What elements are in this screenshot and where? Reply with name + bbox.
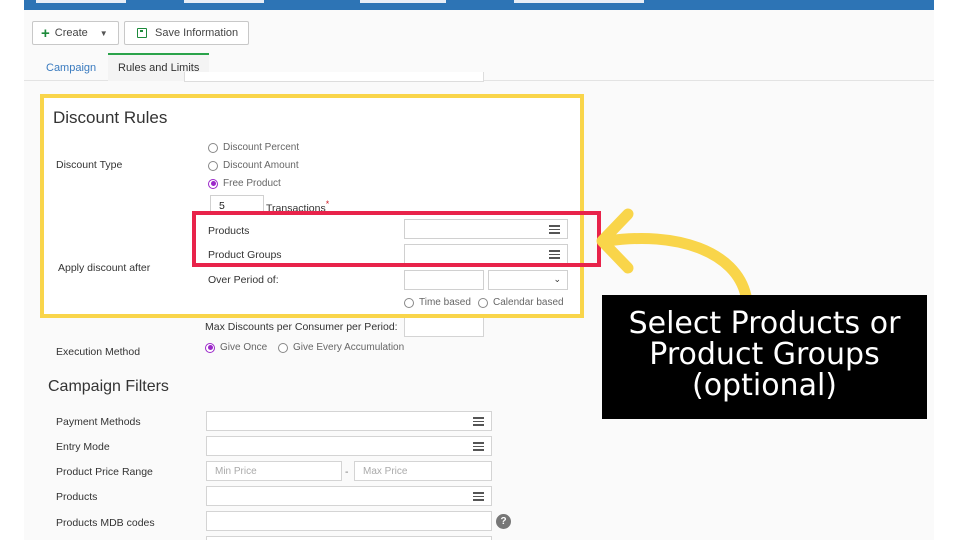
top-nav-item[interactable] — [184, 0, 264, 3]
left-margin — [0, 0, 24, 540]
discount-percent-radio[interactable] — [208, 142, 218, 153]
tab-campaign[interactable]: Campaign — [36, 53, 106, 81]
period-value-input[interactable] — [404, 270, 484, 290]
discount-amount-option[interactable]: Discount Amount — [208, 160, 299, 171]
payment-methods-input[interactable] — [206, 411, 492, 431]
callout-line-1: Select Products or — [628, 306, 901, 341]
payment-methods-label: Payment Methods — [56, 416, 141, 428]
calendar-based-option[interactable]: Calendar based — [478, 297, 564, 308]
list-icon[interactable] — [473, 442, 484, 451]
filter-products-label: Products — [56, 491, 98, 503]
callout-line-3: (optional) — [692, 368, 837, 403]
mdb-codes-input[interactable] — [206, 511, 492, 531]
plus-icon: + — [41, 24, 50, 42]
apply-discount-after-label: Apply discount after — [58, 262, 151, 274]
entry-mode-input[interactable] — [206, 436, 492, 456]
free-product-label: Free Product — [223, 178, 281, 189]
time-based-option[interactable]: Time based — [404, 297, 471, 308]
list-icon[interactable] — [473, 417, 484, 426]
chevron-down-icon: ⌄ — [553, 274, 561, 284]
give-every-radio[interactable] — [278, 342, 288, 353]
discount-percent-option[interactable]: Discount Percent — [208, 142, 299, 153]
help-icon[interactable]: ? — [496, 514, 511, 529]
create-label: Create — [54, 27, 88, 39]
list-icon[interactable] — [473, 492, 484, 501]
filter-products-input[interactable] — [206, 486, 492, 506]
execution-method-label: Execution Method — [56, 346, 141, 358]
calendar-based-radio[interactable] — [478, 297, 488, 308]
give-once-label: Give Once — [220, 342, 268, 353]
discount-percent-label: Discount Percent — [223, 142, 300, 153]
top-nav-item[interactable] — [36, 0, 126, 3]
right-margin — [934, 0, 960, 540]
time-based-label: Time based — [419, 297, 471, 308]
give-every-label: Give Every Accumulation — [293, 342, 405, 353]
create-button[interactable]: + Create ▼ — [32, 21, 119, 45]
free-product-option[interactable]: Free Product — [208, 178, 281, 189]
discount-amount-radio[interactable] — [208, 160, 218, 171]
give-once-radio[interactable] — [205, 342, 215, 353]
products-highlight-box — [192, 211, 601, 267]
give-every-option[interactable]: Give Every Accumulation — [278, 342, 404, 353]
max-price-input[interactable]: Max Price — [354, 461, 492, 481]
save-disk-icon — [137, 28, 147, 38]
discount-type-label: Discount Type — [56, 159, 123, 171]
period-unit-select[interactable]: ⌄ — [488, 270, 568, 290]
free-product-radio[interactable] — [208, 178, 218, 189]
required-mark: * — [325, 199, 330, 209]
caret-down-icon[interactable]: ▼ — [100, 29, 108, 38]
top-nav-item[interactable] — [514, 0, 644, 3]
calendar-based-label: Calendar based — [493, 297, 564, 308]
top-nav-item[interactable] — [360, 0, 446, 3]
callout-line-2: Product Groups — [649, 337, 880, 372]
curved-arrow-icon — [596, 208, 752, 302]
max-discounts-label: Max Discounts per Consumer per Period: — [205, 321, 398, 333]
next-field-input[interactable] — [206, 536, 492, 540]
campaign-filters-title: Campaign Filters — [48, 378, 169, 395]
time-based-radio[interactable] — [404, 297, 414, 308]
give-once-option[interactable]: Give Once — [205, 342, 267, 353]
save-information-button[interactable]: Save Information — [124, 21, 249, 45]
callout-box: Select Products or Product Groups (optio… — [602, 295, 927, 419]
save-label: Save Information — [155, 27, 239, 39]
mdb-codes-label: Products MDB codes — [56, 517, 155, 529]
background-field — [184, 72, 484, 82]
over-period-label: Over Period of: — [208, 274, 279, 286]
price-range-label: Product Price Range — [56, 466, 153, 478]
discount-amount-label: Discount Amount — [223, 160, 299, 171]
entry-mode-label: Entry Mode — [56, 441, 110, 453]
top-bar — [24, 0, 934, 10]
range-separator: - — [345, 466, 349, 478]
min-price-input[interactable]: Min Price — [206, 461, 342, 481]
discount-rules-title: Discount Rules — [53, 108, 168, 127]
max-discounts-input[interactable] — [404, 317, 484, 337]
discount-rules-panel: Discount Rules Discount Type Discount Pe… — [40, 94, 584, 318]
